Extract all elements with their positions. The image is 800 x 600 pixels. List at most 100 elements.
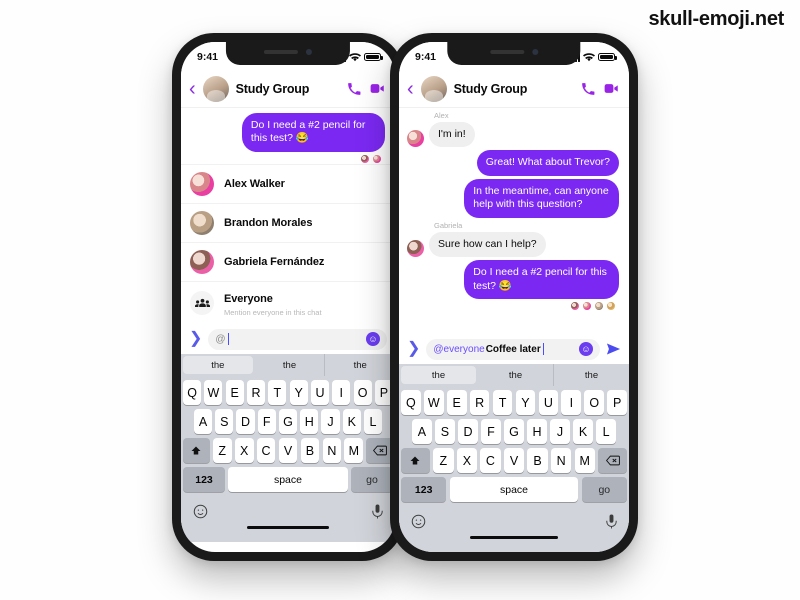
number-mode-key[interactable]: 123 (401, 477, 447, 502)
phone-icon[interactable] (347, 82, 361, 96)
key-r[interactable]: R (469, 390, 490, 415)
key-d[interactable]: D (236, 409, 255, 434)
suggestion-1[interactable]: the (255, 354, 326, 376)
mention-item-alex-walker[interactable]: Alex Walker (181, 164, 395, 203)
key-g[interactable]: G (278, 409, 298, 434)
emoji-smiley-icon[interactable]: ☺ (366, 332, 380, 346)
video-camera-icon[interactable] (370, 82, 385, 95)
chevron-right-icon[interactable]: ❯ (189, 331, 202, 347)
key-v[interactable]: V (278, 438, 298, 463)
microphone-icon[interactable] (606, 513, 617, 529)
chevron-left-icon[interactable]: ‹ (407, 79, 414, 99)
shift-arrow-icon[interactable] (183, 438, 210, 463)
emoji-smiley-icon[interactable] (411, 514, 426, 529)
key-s[interactable]: S (435, 419, 455, 444)
key-e[interactable]: E (446, 390, 467, 415)
message-bubble-outgoing[interactable]: Great! What about Trevor? (476, 150, 619, 176)
send-paper-plane-icon[interactable] (606, 342, 621, 356)
go-key[interactable]: go (581, 477, 627, 502)
video-camera-icon[interactable] (604, 82, 619, 95)
key-z[interactable]: Z (212, 438, 232, 463)
mention-item-gabriela-fernandez[interactable]: Gabriela Fernández (181, 242, 395, 281)
key-a[interactable]: A (412, 419, 432, 444)
key-o[interactable]: O (584, 390, 605, 415)
key-y[interactable]: Y (515, 390, 536, 415)
message-reactions[interactable] (407, 301, 619, 312)
key-i[interactable]: I (561, 390, 582, 415)
key-c[interactable]: C (480, 448, 501, 473)
key-t[interactable]: T (492, 390, 513, 415)
key-f[interactable]: F (257, 409, 276, 434)
message-bubble-incoming[interactable]: Sure how can I help? (429, 231, 546, 258)
key-m[interactable]: M (574, 448, 595, 473)
suggestion-0[interactable]: the (183, 356, 253, 374)
key-b[interactable]: B (527, 448, 548, 473)
key-r[interactable]: R (246, 380, 266, 405)
mention-item-everyone[interactable]: Everyone Mention everyone in this chat (181, 281, 395, 324)
key-e[interactable]: E (225, 380, 244, 405)
key-i[interactable]: I (332, 380, 351, 405)
key-q[interactable]: Q (400, 390, 421, 415)
message-input[interactable]: @everyone Coffee later ☺ (426, 338, 600, 360)
key-h[interactable]: H (527, 419, 547, 444)
front-camera (305, 48, 312, 55)
key-u[interactable]: U (310, 380, 330, 405)
key-b[interactable]: B (300, 438, 320, 463)
key-n[interactable]: N (322, 438, 342, 463)
key-p[interactable]: P (607, 390, 628, 415)
suggestion-2[interactable]: the (554, 364, 629, 386)
key-o[interactable]: O (353, 380, 372, 405)
number-mode-key[interactable]: 123 (183, 467, 226, 492)
shift-arrow-icon[interactable] (401, 448, 430, 473)
key-k[interactable]: K (573, 419, 593, 444)
microphone-icon[interactable] (372, 503, 383, 519)
message-bubble-incoming[interactable]: I'm in! (429, 122, 475, 148)
key-z[interactable]: Z (433, 448, 454, 473)
key-w[interactable]: W (423, 390, 444, 415)
phone-icon[interactable] (581, 82, 595, 96)
key-k[interactable]: K (342, 409, 361, 434)
key-x[interactable]: X (456, 448, 478, 473)
mention-item-brandon-morales[interactable]: Brandon Morales (181, 203, 395, 242)
key-l[interactable]: L (363, 409, 383, 434)
space-key[interactable]: space (228, 467, 348, 492)
key-x[interactable]: X (234, 438, 254, 463)
key-a[interactable]: A (193, 409, 213, 434)
space-key[interactable]: space (449, 477, 579, 502)
backspace-icon[interactable] (366, 438, 393, 463)
key-m[interactable]: M (344, 438, 364, 463)
key-h[interactable]: H (300, 409, 319, 434)
emoji-smiley-icon[interactable] (193, 504, 208, 519)
key-q[interactable]: Q (183, 380, 202, 405)
key-s[interactable]: S (215, 409, 234, 434)
backspace-icon[interactable] (598, 448, 627, 473)
message-bubble-outgoing[interactable]: Do I need a #2 pencil for this test? 😂 (464, 260, 619, 300)
key-l[interactable]: L (596, 419, 616, 444)
suggestion-1[interactable]: the (478, 364, 554, 386)
key-n[interactable]: N (550, 448, 572, 473)
key-t[interactable]: T (268, 380, 287, 405)
key-j[interactable]: J (321, 409, 340, 434)
chevron-left-icon[interactable]: ‹ (189, 79, 196, 99)
key-u[interactable]: U (538, 390, 559, 415)
key-y[interactable]: Y (289, 380, 308, 405)
suggestion-2[interactable]: the (325, 354, 395, 376)
chevron-right-icon[interactable]: ❯ (407, 341, 420, 357)
battery-icon (364, 52, 383, 62)
key-f[interactable]: F (481, 419, 501, 444)
message-bubble-outgoing[interactable]: Do I need a #2 pencil for this test? 😂 (241, 113, 385, 152)
key-v[interactable]: V (503, 448, 525, 473)
key-d[interactable]: D (458, 419, 478, 444)
key-c[interactable]: C (256, 438, 276, 463)
key-w[interactable]: W (204, 380, 223, 405)
suggestion-0[interactable]: the (401, 366, 476, 384)
group-avatar[interactable] (202, 75, 229, 102)
message-bubble-outgoing[interactable]: In the meantime, can anyone help with th… (464, 178, 619, 218)
go-key[interactable]: go (350, 467, 393, 492)
message-reactions[interactable] (189, 153, 385, 164)
group-avatar[interactable] (420, 75, 447, 102)
emoji-smiley-icon[interactable]: ☺ (579, 342, 593, 356)
key-j[interactable]: J (550, 419, 570, 444)
key-g[interactable]: G (504, 419, 524, 444)
message-input[interactable]: @ ☺ (208, 328, 387, 350)
